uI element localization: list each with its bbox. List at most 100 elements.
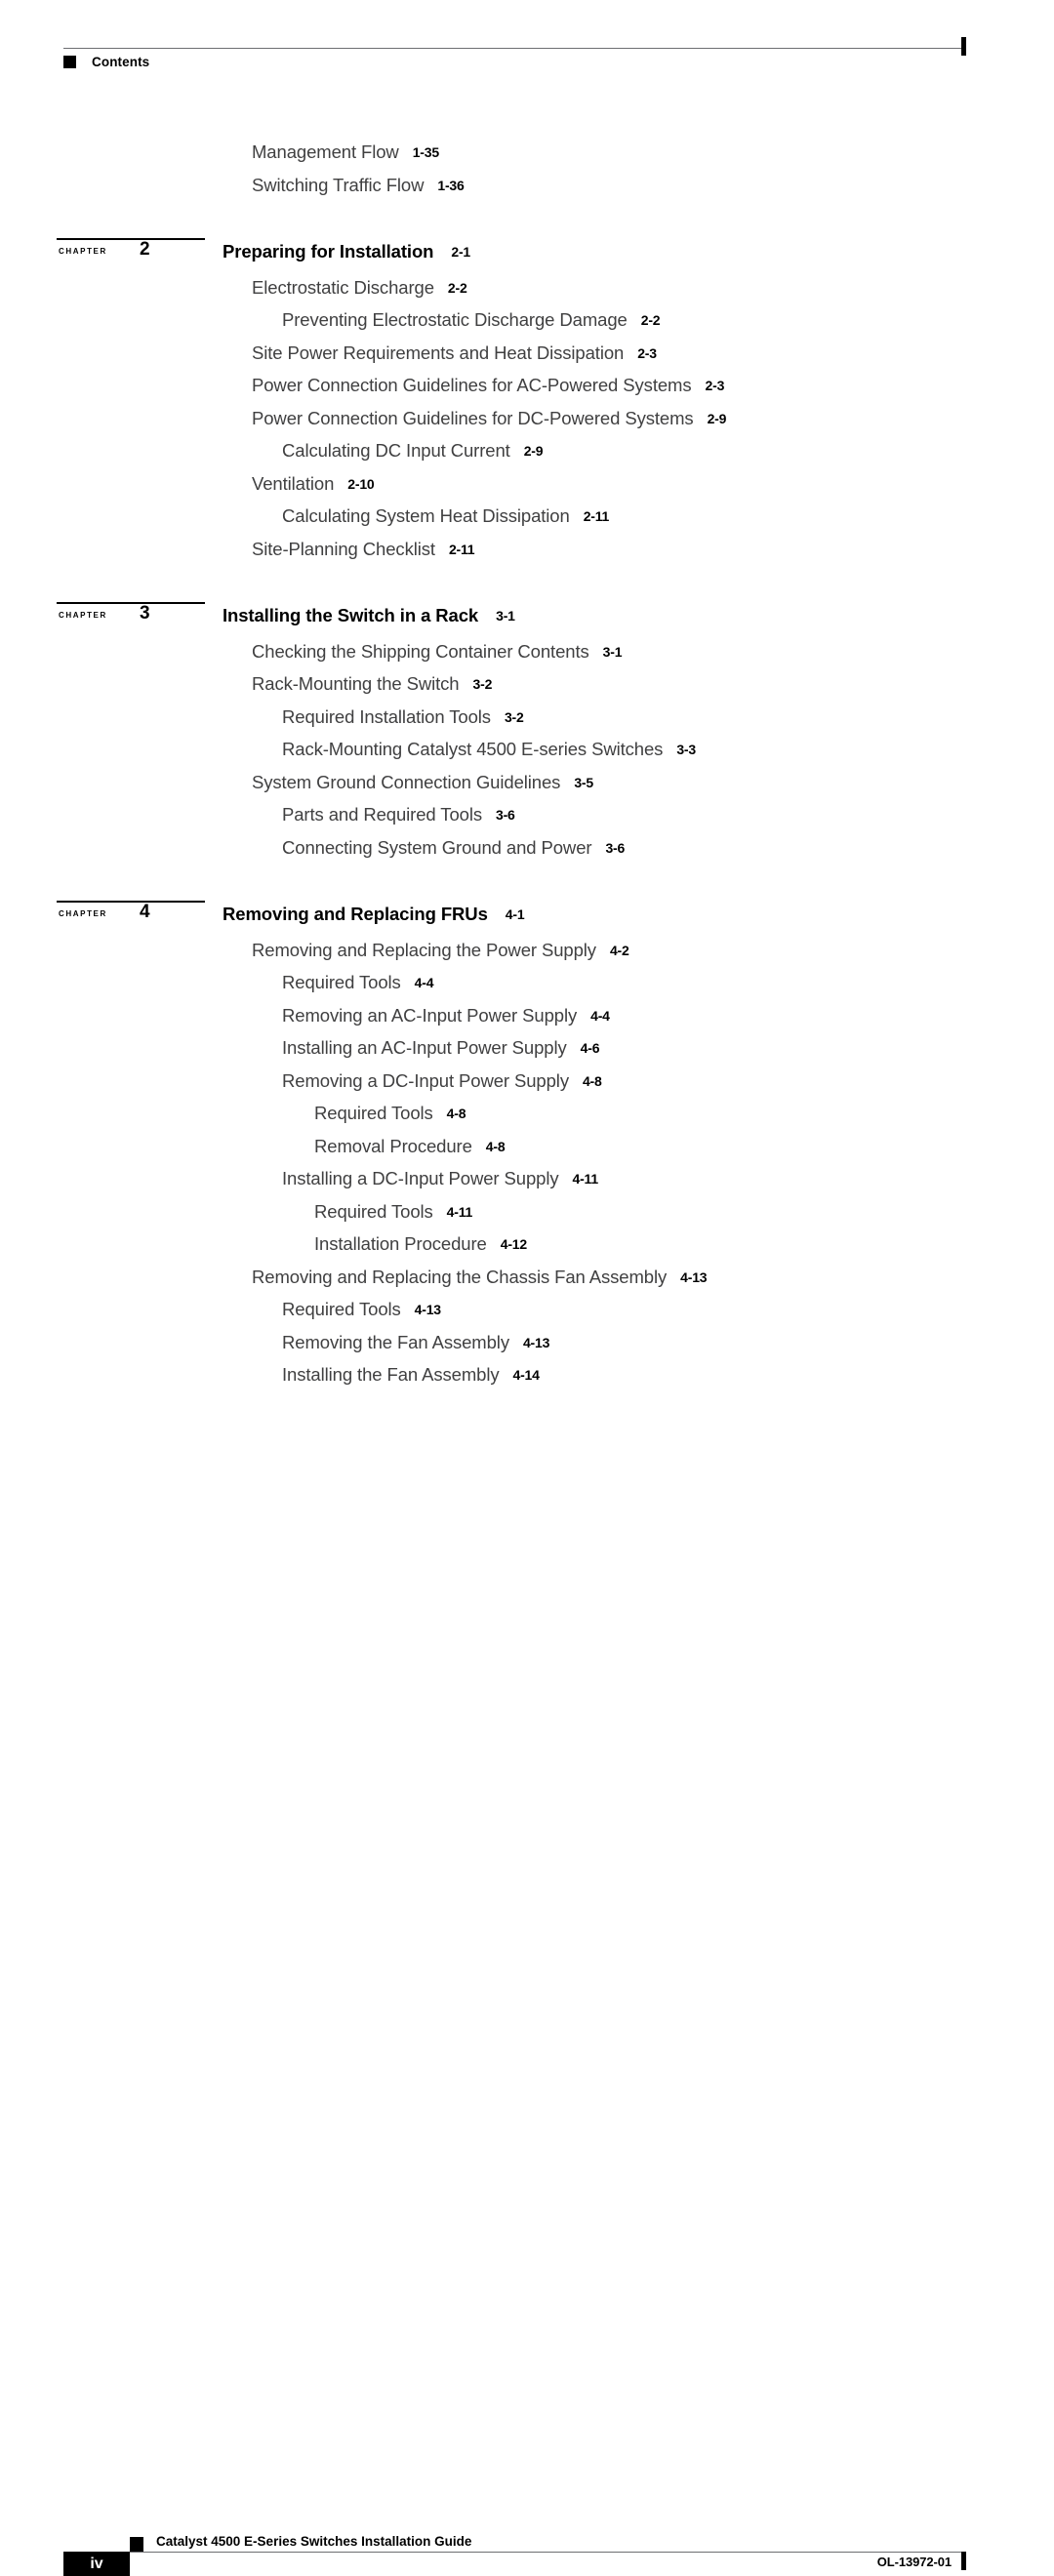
chapter-heading-3[interactable]: CHAPTER 3 Installing the Switch in a Rac… (0, 598, 1054, 629)
toc-entry-page: 4-14 (512, 1367, 540, 1383)
toc-entry-title: Calculating System Heat Dissipation (282, 505, 570, 526)
toc-entry[interactable]: Required Tools 4-8 (0, 1098, 1054, 1131)
chapter-number: 2 (140, 239, 150, 260)
toc-entry[interactable]: Installing the Fan Assembly 4-14 (0, 1359, 1054, 1392)
chapter-page: 2-1 (451, 244, 470, 260)
toc-entry-title: Parts and Required Tools (282, 804, 482, 825)
chapter-rule (57, 238, 205, 240)
chapter-word-label: CHAPTER (59, 609, 107, 621)
toc-entry[interactable]: Required Installation Tools 3-2 (0, 702, 1054, 735)
toc-entry-page: 4-8 (446, 1106, 466, 1121)
chapter-title-wrap: Installing the Switch in a Rack 3-1 (223, 605, 515, 626)
toc-entry[interactable]: Management Flow 1-35 (0, 137, 1054, 170)
toc-entry-title: Removal Procedure (314, 1135, 472, 1156)
toc-entry-title: Site-Planning Checklist (252, 538, 435, 559)
toc-entry-page: 4-12 (500, 1236, 527, 1252)
toc-entry-title: Installation Procedure (314, 1233, 487, 1254)
toc-entry[interactable]: Installing a DC-Input Power Supply 4-11 (0, 1163, 1054, 1196)
toc-entry-title: Switching Traffic Flow (252, 174, 425, 195)
toc-entry[interactable]: Power Connection Guidelines for AC-Power… (0, 370, 1054, 403)
toc-entry-page: 3-2 (504, 708, 524, 725)
header-edge-tick (961, 37, 966, 56)
toc-entry-page: 4-4 (590, 1007, 610, 1024)
toc-entry-page: 4-11 (572, 1171, 599, 1187)
toc-entry-title: Installing an AC-Input Power Supply (282, 1037, 567, 1058)
table-of-contents: Management Flow 1-35 Switching Traffic Fl… (0, 137, 1054, 1392)
toc-entry-title: Calculating DC Input Current (282, 440, 510, 461)
toc-entry[interactable]: Required Tools 4-11 (0, 1196, 1054, 1229)
toc-entry-title: Preventing Electrostatic Discharge Damag… (282, 309, 628, 330)
toc-entry-page: 3-3 (676, 742, 696, 757)
toc-entry-page: 3-6 (496, 807, 515, 823)
toc-entry[interactable]: Connecting System Ground and Power 3-6 (0, 832, 1054, 865)
toc-entry[interactable]: Rack-Mounting the Switch 3-2 (0, 668, 1054, 702)
toc-entry[interactable]: Parts and Required Tools 3-6 (0, 799, 1054, 832)
toc-entry[interactable]: Site Power Requirements and Heat Dissipa… (0, 338, 1054, 371)
toc-entry-title: Site Power Requirements and Heat Dissipa… (252, 342, 625, 363)
toc-entry-page: 4-6 (580, 1040, 600, 1056)
chapter-rule (57, 602, 205, 604)
toc-entry[interactable]: Power Connection Guidelines for DC-Power… (0, 403, 1054, 436)
toc-entry-title: Electrostatic Discharge (252, 276, 434, 298)
toc-section-leading: Management Flow 1-35 Switching Traffic Fl… (0, 137, 1054, 202)
toc-entry[interactable]: Installing an AC-Input Power Supply 4-6 (0, 1032, 1054, 1066)
toc-entry-page: 3-5 (574, 774, 593, 790)
toc-entry-page: 3-1 (602, 643, 623, 660)
toc-entry-page: 4-8 (582, 1072, 602, 1089)
toc-entry-title: Removing and Replacing the Power Supply (252, 939, 596, 960)
toc-entry[interactable]: Site-Planning Checklist 2-11 (0, 534, 1054, 567)
header-divider (63, 48, 965, 49)
toc-entry[interactable]: Checking the Shipping Container Contents… (0, 636, 1054, 669)
toc-entry-page: 4-8 (485, 1138, 506, 1154)
toc-entry[interactable]: Preventing Electrostatic Discharge Damag… (0, 304, 1054, 338)
toc-entry-page: 4-11 (446, 1203, 473, 1220)
toc-entry-title: Installing a DC-Input Power Supply (282, 1168, 559, 1188)
chapter-title: Preparing for Installation (223, 241, 434, 262)
toc-entry-page: 1-36 (437, 177, 465, 193)
toc-entry-title: Required Tools (314, 1103, 433, 1123)
toc-entry[interactable]: Ventilation 2-10 (0, 468, 1054, 502)
toc-entry-title: System Ground Connection Guidelines (252, 771, 561, 792)
toc-entry-title: Required Tools (282, 972, 401, 992)
toc-entry-page: 3-6 (605, 839, 626, 856)
toc-entry-title: Management Flow (252, 141, 399, 162)
footer-document-title: Catalyst 4500 E-Series Switches Installa… (156, 2534, 472, 2549)
toc-entry-page: 2-10 (347, 475, 375, 492)
toc-entry-title: Rack-Mounting the Switch (252, 673, 460, 694)
footer-divider (63, 2552, 965, 2553)
toc-entry[interactable]: Switching Traffic Flow 1-36 (0, 170, 1054, 203)
toc-section-chapter-2: Electrostatic Discharge 2-2 Preventing El… (0, 272, 1054, 567)
toc-entry[interactable]: Calculating DC Input Current 2-9 (0, 435, 1054, 468)
chapter-page: 3-1 (496, 608, 515, 624)
toc-entry-title: Removing an AC-Input Power Supply (282, 1004, 578, 1026)
toc-entry-title: Removing a DC-Input Power Supply (282, 1069, 569, 1091)
toc-entry[interactable]: Removing an AC-Input Power Supply 4-4 (0, 1000, 1054, 1033)
square-bullet-icon (63, 56, 76, 68)
toc-entry[interactable]: Removal Procedure 4-8 (0, 1131, 1054, 1164)
toc-entry-page: 4-4 (414, 975, 434, 990)
toc-entry[interactable]: Removing a DC-Input Power Supply 4-8 (0, 1066, 1054, 1099)
square-bullet-icon (130, 2537, 143, 2552)
toc-entry-page: 2-9 (707, 410, 727, 426)
chapter-number: 4 (140, 902, 150, 922)
toc-entry[interactable]: Calculating System Heat Dissipation 2-11 (0, 501, 1054, 534)
toc-entry[interactable]: Removing and Replacing the Power Supply 4… (0, 935, 1054, 968)
toc-entry[interactable]: Rack-Mounting Catalyst 4500 E-series Swi… (0, 734, 1054, 767)
chapter-heading-2[interactable]: CHAPTER 2 Preparing for Installation 2-1 (0, 234, 1054, 265)
toc-entry[interactable]: System Ground Connection Guidelines 3-5 (0, 767, 1054, 800)
toc-entry-page: 2-9 (523, 443, 544, 459)
toc-entry-page: 4-2 (609, 942, 629, 958)
toc-entry-title: Ventilation (252, 472, 335, 494)
chapter-heading-4[interactable]: CHAPTER 4 Removing and Replacing FRUs 4-1 (0, 897, 1054, 928)
toc-entry-page: 2-3 (705, 378, 725, 393)
toc-entry-title: Installing the Fan Assembly (282, 1364, 500, 1385)
toc-entry-page: 2-3 (637, 344, 657, 361)
toc-entry-page: 2-11 (583, 508, 610, 524)
toc-entry[interactable]: Electrostatic Discharge 2-2 (0, 272, 1054, 305)
toc-entry-title: Required Installation Tools (282, 705, 491, 727)
toc-entry[interactable]: Required Tools 4-4 (0, 967, 1054, 1000)
